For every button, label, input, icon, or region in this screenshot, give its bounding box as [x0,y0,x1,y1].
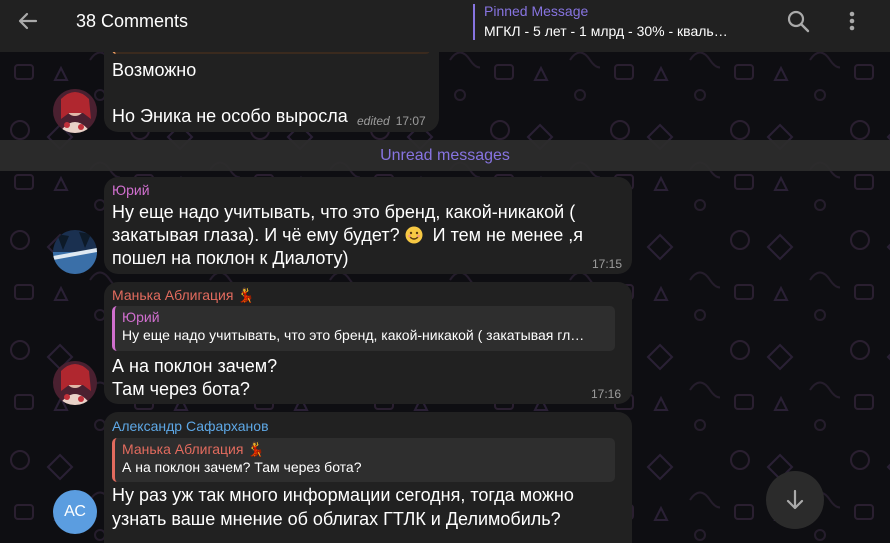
message-text-line: закатывая глаза). И чё ему будет? И тем … [112,224,583,247]
pinned-message-label: Pinned Message [484,3,589,19]
message-sender[interactable]: Юрий [112,182,150,198]
reply-preview[interactable]: Манька Аблигация 💃 А на поклон зачем? Та… [112,438,615,482]
message-sender[interactable]: Александр Сафарханов [112,418,269,434]
avatar[interactable] [53,230,97,274]
message-text-line: Ну еще надо учитывать, что это бренд, ка… [112,202,576,222]
message-text-line: А на поклон зачем? [112,356,278,376]
arrow-left-icon [18,12,38,30]
message-text-line: пошел на поклон к Диалоту) [112,248,349,268]
reply-sender-name: Манька Аблигация [122,441,244,457]
message-time: 17:07 [395,114,426,128]
avatar-photo [53,361,97,405]
message-meta: edited 17:07 [357,114,426,128]
message-text-line: Там через бота? [112,379,250,399]
page-title: 38 Comments [76,11,189,31]
message-text-line: узнать ваше мнение об облигах ГТЛК и Дел… [112,509,561,529]
dancer-emoji-icon: 💃 [237,287,255,303]
avatar[interactable] [53,361,97,405]
pinned-message-text: МГКЛ - 5 лет - 1 млрд - 30% - кваль… [484,23,728,39]
search-button[interactable] [785,6,813,36]
chat-header: 38 Comments Pinned Message МГКЛ - 5 лет … [0,0,890,52]
message-bubble[interactable]: Манька Аблигация 💃 Юрий Ну еще надо учит… [104,282,632,404]
more-vertical-icon [849,11,855,31]
message-text-line: Возможно [112,60,197,80]
message-text-line: Но Эника не особо выросла [112,106,348,126]
avatar-initials: АС [64,503,86,520]
avatar[interactable] [53,89,97,133]
back-button[interactable] [10,6,44,40]
message-bubble[interactable]: Александр Сафарханов Манька Аблигация 💃 … [104,412,632,543]
smiling-face-emoji-icon [405,226,423,244]
more-button[interactable] [838,6,866,36]
message-time: 17:16 [591,387,622,401]
arrow-down-icon [786,489,804,510]
dancer-emoji-icon: 💃 [247,441,265,457]
message-text-fragment: И тем не менее ,я [422,225,584,245]
reply-sender: Юрий [122,309,160,325]
message-bubble[interactable]: Юрий Ну еще надо учитывать, что это брен… [104,177,632,274]
message-text-line: Ну раз уж так много информации сегодня, … [112,485,574,505]
unread-messages-divider: Unread messages [0,140,890,171]
reply-sender: Манька Аблигация 💃 [122,441,615,457]
message-text-fragment: закатывая глаза). И чё ему будет? [112,225,400,245]
avatar-photo [53,89,97,133]
message-sender-name: Манька Аблигация [112,287,234,303]
avatar-photo [53,230,97,274]
search-icon [787,10,810,33]
edited-label: edited [357,114,390,128]
message-time: 17:15 [592,257,623,271]
pinned-message[interactable]: Pinned Message МГКЛ - 5 лет - 1 млрд - 3… [473,4,763,40]
reply-text: Ну еще надо учитывать, что это бренд, ка… [122,327,585,343]
reply-preview[interactable]: Юрий Ну еще надо учитывать, что это брен… [112,306,615,351]
reply-text: А на поклон зачем? Там через бота? [122,459,362,475]
message-sender[interactable]: Манька Аблигация 💃 [112,287,255,303]
avatar[interactable]: АС [53,490,97,534]
scroll-to-bottom-button[interactable] [766,471,824,529]
